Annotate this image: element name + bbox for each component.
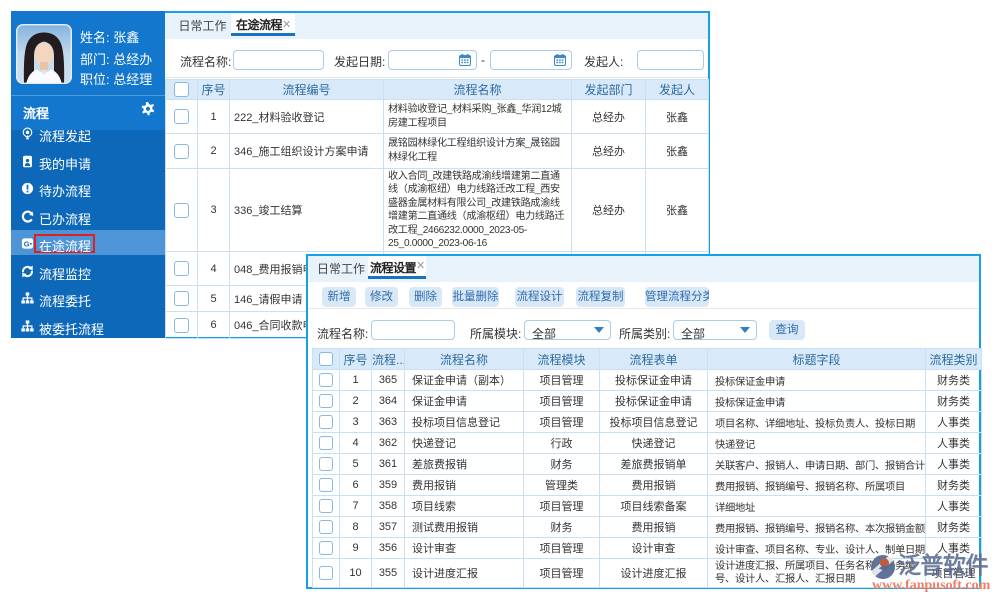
svg-text:G: G xyxy=(24,239,30,248)
